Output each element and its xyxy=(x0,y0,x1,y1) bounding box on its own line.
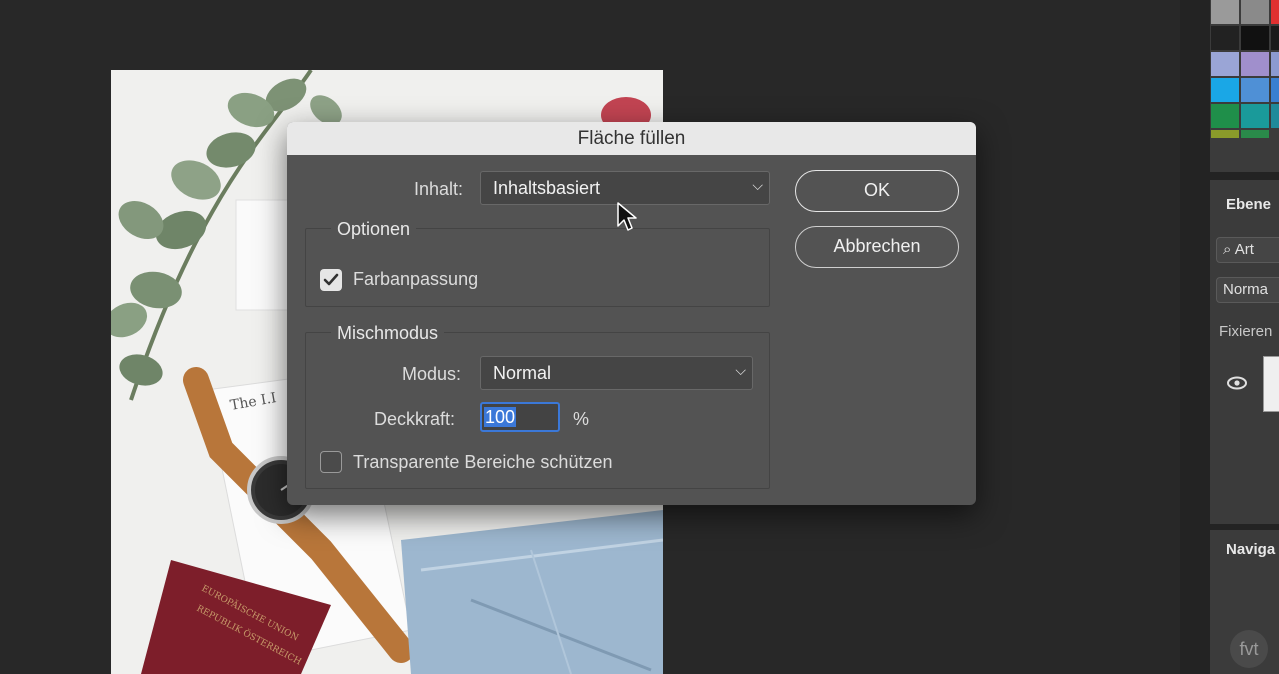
mode-select[interactable]: Normal ⌵ xyxy=(480,356,753,390)
content-select-value: Inhaltsbasiert xyxy=(493,178,601,198)
swatch[interactable] xyxy=(1211,26,1239,50)
mouse-pointer-icon xyxy=(617,202,639,239)
opacity-unit: % xyxy=(573,409,590,429)
mode-select-value: Normal xyxy=(493,363,552,383)
opacity-value: 100 xyxy=(484,407,517,427)
eye-icon[interactable] xyxy=(1227,376,1247,395)
swatch[interactable] xyxy=(1241,52,1269,76)
watermark-logo: fvt xyxy=(1230,630,1268,668)
layers-panel-title[interactable]: Ebene xyxy=(1226,196,1271,213)
content-label: Inhalt: xyxy=(414,179,464,199)
swatch[interactable] xyxy=(1241,0,1269,24)
color-adaptation-label[interactable]: Farbanpassung xyxy=(353,269,478,290)
navigator-panel-title[interactable]: Naviga xyxy=(1226,541,1275,558)
chevron-down-icon: ⌵ xyxy=(735,362,746,378)
layers-search-field[interactable]: ⌕ Art xyxy=(1216,237,1279,263)
swatch[interactable] xyxy=(1271,26,1279,50)
layers-lock-label: Fixieren xyxy=(1219,323,1273,340)
cancel-button[interactable]: Abbrechen xyxy=(795,226,959,268)
layer-thumbnail[interactable] xyxy=(1263,356,1279,412)
options-group-title: Optionen xyxy=(331,219,417,240)
layers-panel xyxy=(1210,180,1279,524)
swatch[interactable] xyxy=(1211,130,1239,138)
swatch[interactable] xyxy=(1271,0,1279,24)
swatch[interactable] xyxy=(1211,78,1239,102)
layers-blend-value: Norma xyxy=(1223,281,1269,298)
layers-search-value: Art xyxy=(1234,241,1254,258)
blend-group-title: Mischmodus xyxy=(331,323,445,344)
swatch[interactable] xyxy=(1271,78,1279,102)
swatch[interactable] xyxy=(1211,104,1239,128)
content-select[interactable]: Inhaltsbasiert ⌵ xyxy=(480,171,770,205)
swatch[interactable] xyxy=(1241,104,1269,128)
swatch[interactable] xyxy=(1211,0,1239,24)
color-adaptation-checkbox[interactable] xyxy=(320,269,342,291)
check-icon xyxy=(323,273,339,286)
fill-dialog: Fläche füllen Inhalt: Inhaltsbasiert ⌵ O… xyxy=(287,122,976,505)
swatch[interactable] xyxy=(1271,104,1279,128)
swatch[interactable] xyxy=(1241,26,1269,50)
search-icon: ⌕ xyxy=(1223,241,1232,258)
swatch[interactable] xyxy=(1241,130,1269,138)
mode-label: Modus: xyxy=(402,364,462,384)
dialog-title: Fläche füllen xyxy=(287,122,976,155)
opacity-label: Deckkraft: xyxy=(374,409,456,429)
swatches-panel xyxy=(1210,0,1279,172)
preserve-transparency-checkbox[interactable] xyxy=(320,451,342,473)
swatch[interactable] xyxy=(1241,78,1269,102)
swatch[interactable] xyxy=(1271,52,1279,76)
layers-blend-select[interactable]: Norma xyxy=(1216,277,1279,303)
preserve-transparency-label[interactable]: Transparente Bereiche schützen xyxy=(353,452,612,473)
opacity-input[interactable]: 100 xyxy=(480,402,560,432)
chevron-down-icon: ⌵ xyxy=(752,177,763,193)
ok-button[interactable]: OK xyxy=(795,170,959,212)
swatch[interactable] xyxy=(1211,52,1239,76)
